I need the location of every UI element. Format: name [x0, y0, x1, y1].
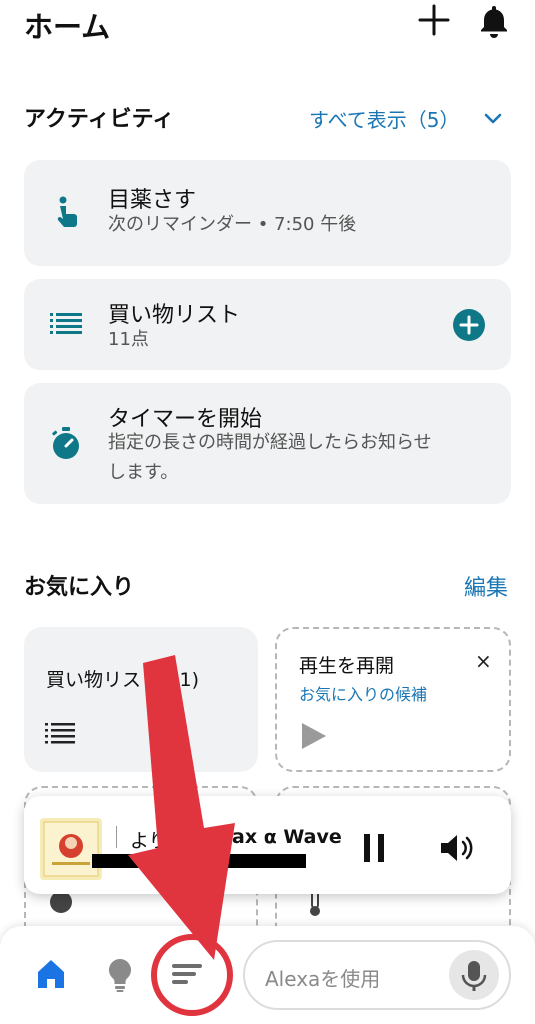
home-icon[interactable] [34, 957, 68, 991]
show-all-link[interactable]: すべて表示（5） [309, 104, 460, 133]
shopping-list-count: 11点 [108, 329, 149, 350]
lightbulb-icon[interactable] [105, 957, 135, 993]
resume-title: 再生を再開 [299, 655, 395, 677]
divider [116, 826, 117, 848]
track-title: Relax α Wave [198, 826, 342, 848]
reminder-subtitle: 次のリマインダー • 7:50 午後 [108, 214, 357, 235]
timer-description-line2: します。 [108, 462, 179, 483]
timer-card[interactable]: タイマーを開始 指定の長さの時間が経過したらお知らせ します。 [24, 383, 511, 504]
microphone-button[interactable] [449, 950, 499, 1000]
activity-heading: アクティビティ [24, 107, 175, 132]
reminder-card[interactable]: 目薬さす 次のリマインダー • 7:50 午後 [24, 160, 511, 266]
stopwatch-icon [48, 425, 84, 461]
list-icon [48, 307, 84, 343]
volume-icon[interactable] [438, 832, 478, 864]
play-icon[interactable] [299, 721, 329, 751]
bell-icon[interactable] [476, 3, 512, 39]
favorite-shopping-list[interactable]: 買い物リスト(11) [24, 627, 258, 772]
now-playing-bar[interactable]: より Relax α Wave [24, 796, 511, 894]
microphone-icon [461, 961, 487, 991]
track-prefix: より [130, 830, 168, 852]
list-icon [44, 719, 76, 751]
pause-icon[interactable] [362, 832, 386, 864]
favorite-resume-playback[interactable]: 再生を再開 お気に入りの候補 × [275, 627, 511, 772]
close-icon[interactable]: × [475, 649, 492, 673]
plus-icon[interactable] [416, 2, 452, 38]
page-title: ホーム [24, 10, 111, 44]
resume-subtitle: お気に入りの候補 [299, 685, 428, 704]
alexa-input[interactable]: Alexaを使用 [243, 940, 511, 1010]
shopping-list-card[interactable]: 買い物リスト 11点 [24, 279, 511, 370]
album-art [40, 818, 102, 880]
edit-link[interactable]: 編集 [464, 570, 508, 602]
timer-description-line1: 指定の長さの時間が経過したらお知らせ [108, 432, 432, 453]
hand-tap-icon [48, 194, 84, 230]
chevron-down-icon[interactable] [483, 108, 503, 128]
favorites-heading: お気に入り [24, 575, 135, 600]
menu-icon[interactable] [170, 960, 204, 988]
alexa-placeholder: Alexaを使用 [265, 967, 381, 991]
favorite-shopping-label: 買い物リスト(11) [46, 669, 200, 691]
redaction-bar [92, 854, 306, 868]
add-item-button[interactable] [452, 308, 486, 342]
